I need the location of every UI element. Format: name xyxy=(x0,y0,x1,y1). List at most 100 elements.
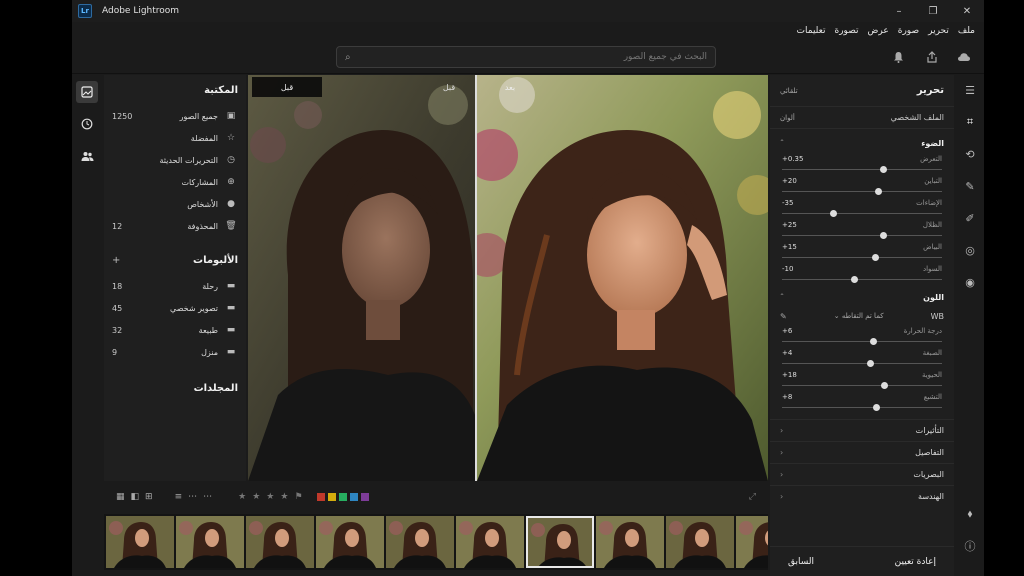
color-slider[interactable]: درجة الحرارة +6 xyxy=(770,325,954,347)
slider-track[interactable] xyxy=(782,188,942,195)
slider-knob[interactable] xyxy=(871,254,879,261)
close-button[interactable]: ✕ xyxy=(950,0,984,22)
previous-button[interactable]: السابق xyxy=(788,557,814,567)
share-export-icon[interactable] xyxy=(924,49,940,65)
slider-knob[interactable] xyxy=(867,360,874,367)
info-icon[interactable]: ⓘ xyxy=(959,535,981,557)
color-slider[interactable]: الحيوية +18 xyxy=(770,369,954,391)
healing-icon[interactable]: ✐ xyxy=(959,207,981,229)
slider-track[interactable] xyxy=(782,404,942,411)
profile-row[interactable]: الملف الشخصي ألوان xyxy=(770,107,954,129)
library-item-all-photos[interactable]: ▣ جميع الصور 1250 xyxy=(112,105,238,127)
sort-icon[interactable]: ⋯ xyxy=(188,492,197,502)
filter-icon[interactable]: ⋯ xyxy=(203,492,212,502)
redeye-icon[interactable]: ◉ xyxy=(959,271,981,293)
slider-knob[interactable] xyxy=(873,404,881,411)
compare-view-icon[interactable]: ◧ xyxy=(131,492,140,502)
slider-track[interactable] xyxy=(782,276,942,283)
slider-track[interactable] xyxy=(782,166,942,173)
brush-icon[interactable]: ✎ xyxy=(959,175,981,197)
filmstrip-thumbnail[interactable] xyxy=(386,516,454,568)
rating-star-icon[interactable]: ★ xyxy=(238,492,246,502)
filmstrip-thumbnail[interactable] xyxy=(666,516,734,568)
menu-edit[interactable]: تحرير xyxy=(928,26,949,36)
color-section-header[interactable]: اللون ˆ xyxy=(770,287,954,307)
slider-track[interactable] xyxy=(782,360,942,367)
color-label-red[interactable] xyxy=(316,493,325,501)
light-slider[interactable]: الظلال +25 xyxy=(770,219,954,241)
filmstrip-thumbnail[interactable] xyxy=(176,516,244,568)
slider-knob[interactable] xyxy=(881,382,889,389)
library-item-recent-edits[interactable]: ◷ التحريرات الحديثة xyxy=(112,149,238,171)
slider-knob[interactable] xyxy=(879,166,887,173)
color-label-green[interactable] xyxy=(338,493,347,501)
crop-icon[interactable]: ⌗ xyxy=(959,111,981,133)
wb-dropdown[interactable]: كما تم التقاطه ⌄ xyxy=(834,312,884,320)
filmstrip-thumbnail[interactable] xyxy=(316,516,384,568)
eyedropper-icon[interactable]: ✎ xyxy=(780,312,787,321)
section-header[interactable]: التفاصيل ‹ xyxy=(770,441,954,463)
rating-star-icon[interactable]: ★ xyxy=(280,492,288,502)
library-item-people[interactable]: ● الأشخاص xyxy=(112,193,238,215)
library-item-favorites[interactable]: ☆ المفضلة xyxy=(112,127,238,149)
light-slider[interactable]: التباين +20 xyxy=(770,175,954,197)
list-icon[interactable]: ≡ xyxy=(175,492,183,502)
slider-track[interactable] xyxy=(782,254,942,261)
slider-knob[interactable] xyxy=(870,338,878,345)
flag-icon[interactable]: ⚑ xyxy=(294,492,302,502)
light-slider[interactable]: الإضاءات -35 xyxy=(770,197,954,219)
filmstrip-thumbnail[interactable] xyxy=(736,516,768,568)
notifications-icon[interactable] xyxy=(890,49,906,65)
library-panel-icon[interactable] xyxy=(76,81,98,103)
slider-track[interactable] xyxy=(782,232,942,239)
people-icon[interactable] xyxy=(76,145,98,167)
color-slider[interactable]: الصبغة +4 xyxy=(770,347,954,369)
light-slider[interactable]: البياض +15 xyxy=(770,241,954,263)
menu-help[interactable]: تعليمات xyxy=(797,26,826,36)
filmstrip-thumbnail[interactable] xyxy=(456,516,524,568)
light-slider[interactable]: السواد -10 xyxy=(770,263,954,285)
color-label-yellow[interactable] xyxy=(327,493,336,501)
photo-viewer[interactable]: قبل قبل بعد xyxy=(248,75,768,481)
add-album-icon[interactable]: + xyxy=(112,255,120,266)
section-header[interactable]: البصريات ‹ xyxy=(770,463,954,485)
section-header[interactable]: التأثيرات ‹ xyxy=(770,419,954,441)
filmstrip-thumbnail[interactable] xyxy=(106,516,174,568)
edit-sliders-icon[interactable]: ☰ xyxy=(959,79,981,101)
slider-knob[interactable] xyxy=(875,188,882,195)
rating-star-icon[interactable]: ★ xyxy=(252,492,260,502)
album-item[interactable]: ▬ منزل 9 xyxy=(112,341,238,363)
library-item-shared[interactable]: ⊕ المشاركات xyxy=(112,171,238,193)
masking-icon[interactable]: ◎ xyxy=(959,239,981,261)
menu-file[interactable]: ملف xyxy=(958,26,975,36)
slider-knob[interactable] xyxy=(830,210,838,217)
menu-view2[interactable]: تصورة xyxy=(835,26,859,36)
filmstrip-thumbnail[interactable] xyxy=(246,516,314,568)
auto-button[interactable]: تلقائي xyxy=(780,87,798,95)
light-section-header[interactable]: الضوء ˆ xyxy=(770,133,954,153)
slider-knob[interactable] xyxy=(851,276,858,283)
filmstrip-thumbnail[interactable] xyxy=(596,516,664,568)
cloud-icon[interactable] xyxy=(956,49,972,65)
profile-value[interactable]: ألوان xyxy=(780,114,795,122)
color-slider[interactable]: التشبع +8 xyxy=(770,391,954,413)
section-header[interactable]: الهندسة ‹ xyxy=(770,485,954,507)
slider-track[interactable] xyxy=(782,382,942,389)
album-item[interactable]: ▬ طبيعة 32 xyxy=(112,319,238,341)
search-box[interactable]: ⌕ xyxy=(336,46,716,68)
minimize-button[interactable]: – xyxy=(882,0,916,22)
color-label-purple[interactable] xyxy=(360,493,369,501)
slider-knob[interactable] xyxy=(879,232,887,239)
tag-icon[interactable]: ⬧ xyxy=(959,503,981,525)
square-grid-icon[interactable]: ⊞ xyxy=(145,492,153,502)
maximize-button[interactable]: ❐ xyxy=(916,0,950,22)
filmstrip-thumbnail[interactable] xyxy=(526,516,594,568)
reset-button[interactable]: إعادة تعيين xyxy=(895,557,936,567)
menu-photo[interactable]: صورة xyxy=(898,26,919,36)
white-balance-row[interactable]: WB كما تم التقاطه ⌄ ✎ xyxy=(770,307,954,325)
search-input[interactable] xyxy=(350,52,707,62)
transform-icon[interactable]: ⟲ xyxy=(959,143,981,165)
fullscreen-icon[interactable]: ⤢ xyxy=(749,492,756,502)
library-item-deleted[interactable]: 🗑 المحذوفة 12 xyxy=(112,215,238,237)
grid-view-icon[interactable]: ▦ xyxy=(116,492,125,502)
